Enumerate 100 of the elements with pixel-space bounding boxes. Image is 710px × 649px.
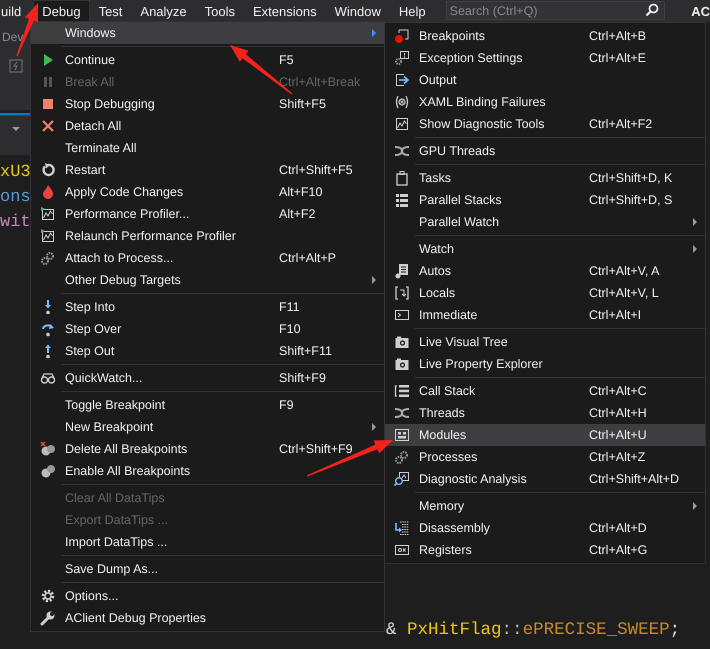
shortcut-label: Shift+F9 [279,371,327,385]
menu-item[interactable]: Memory [385,495,705,517]
menu-item[interactable]: Toggle Breakpoint F9 [31,394,384,416]
menu-item[interactable]: Immediate Ctrl+Alt+I [385,304,705,326]
menu-item[interactable]: Processes Ctrl+Alt+Z [385,446,705,468]
toolbar-label: Dev [1,30,24,44]
shortcut-label: F5 [279,53,295,67]
menu-item[interactable]: Watch [385,238,705,260]
dropdown-arrow-icon[interactable] [12,127,20,131]
shortcut-label: Ctrl+Alt+B [589,29,647,43]
shortcut-label: Ctrl+Alt+C [589,384,648,398]
menu-item[interactable]: Modules Ctrl+Alt+U [385,424,705,446]
shortcut-label: Ctrl+Alt+F2 [589,117,654,131]
shortcut-label: Shift+F5 [279,97,327,111]
menu-item[interactable]: Show Diagnostic Tools Ctrl+Alt+F2 [385,113,705,135]
menu-item[interactable]: Registers Ctrl+Alt+G [385,539,705,561]
menu-item[interactable]: Stop Debugging Shift+F5 [31,93,384,115]
breakpoints-icon [40,463,56,479]
threads-icon [394,405,410,421]
modules-icon [394,427,410,443]
menu-item[interactable]: Options... [31,585,384,607]
shortcut-label: Ctrl+Shift+F9 [279,442,354,456]
shortcut-label: Ctrl+Alt+U [589,428,648,442]
output-icon [394,72,410,88]
toolbar-icon[interactable] [9,59,23,73]
terminal-icon [394,307,410,323]
menu-item[interactable]: Parallel Watch [385,211,705,233]
search-field[interactable]: Search (Ctrl+Q) [446,1,665,20]
shortcut-label: F10 [279,322,302,336]
menu-item[interactable]: Disassembly Ctrl+Alt+D [385,517,705,539]
menu-item[interactable]: Continue F5 [31,49,384,71]
stack-icon [394,383,410,399]
menu-item[interactable]: Import DataTips ... [31,531,384,553]
shortcut-label: Ctrl+Shift+D, K [589,171,674,185]
menu-item[interactable]: Live Property Explorer [385,353,705,375]
menu-item[interactable]: Autos Ctrl+Alt+V, A [385,260,705,282]
code-text: xU3 [0,162,30,184]
shortcut-label: Ctrl+Alt+G [589,543,648,557]
menu-item[interactable]: Diagnostic Analysis Ctrl+Shift+Alt+D [385,468,705,490]
account-name[interactable]: AC [691,0,710,22]
menu-item[interactable]: Enable All Breakpoints [31,460,384,482]
menu-item[interactable]: Delete All Breakpoints Ctrl+Shift+F9 [31,438,384,460]
gears-icon [394,449,410,465]
shortcut-label: Ctrl+Alt+Break [279,75,362,89]
menu-item[interactable]: GPU Threads [385,140,705,162]
menu-item[interactable]: XAML Binding Failures [385,91,705,113]
breakpoints-delete-icon [40,441,56,457]
shortcut-label: Ctrl+Alt+V, A [589,264,660,278]
menu-item[interactable]: Restart Ctrl+Shift+F5 [31,159,384,181]
list-icon [394,192,410,208]
submenu-arrow-icon [372,29,376,37]
menu-item[interactable]: Call Stack Ctrl+Alt+C [385,380,705,402]
menu-item[interactable]: QuickWatch... Shift+F9 [31,367,384,389]
menu-item[interactable]: Performance Profiler... Alt+F2 [31,203,384,225]
menu-item[interactable]: Threads Ctrl+Alt+H [385,402,705,424]
menu-bar-item[interactable]: Extensions [244,0,326,22]
wrench-icon [40,610,56,626]
menu-item[interactable]: Breakpoints Ctrl+Alt+B [385,25,705,47]
menu-item[interactable]: AClient Debug Properties [31,607,384,629]
menu-item[interactable]: Other Debug Targets [31,269,384,291]
submenu-arrow-icon [372,423,376,431]
menu-bar-item[interactable]: Test [90,0,132,22]
threads-icon [394,143,410,159]
menu-bar-item[interactable]: Window [326,0,390,22]
menu-item[interactable]: Exception Settings Ctrl+Alt+E [385,47,705,69]
menu-item[interactable]: Step Into F11 [31,296,384,318]
menu-item[interactable]: Step Out Shift+F11 [31,340,384,362]
shortcut-label: Ctrl+Alt+E [589,51,647,65]
shortcut-label: Ctrl+Alt+D [589,521,648,535]
menu-item[interactable]: Apply Code Changes Alt+F10 [31,181,384,203]
shortcut-label: Ctrl+Alt+I [589,308,642,322]
menu-item[interactable]: Locals Ctrl+Alt+V, L [385,282,705,304]
menu-item[interactable]: Parallel Stacks Ctrl+Shift+D, S [385,189,705,211]
clipboard-icon [394,170,410,186]
menu-item[interactable]: New Breakpoint [31,416,384,438]
submenu-arrow-icon [693,218,697,226]
menu-item[interactable]: Windows [31,22,384,44]
search-icon [644,3,659,17]
shortcut-label: Ctrl+Alt+H [589,406,648,420]
code-text: ons [0,187,30,209]
menu-item[interactable]: Terminate All [31,137,384,159]
menu-item[interactable]: Tasks Ctrl+Shift+D, K [385,167,705,189]
gears-icon [40,250,56,266]
menu-item[interactable]: Attach to Process... Ctrl+Alt+P [31,247,384,269]
menu-bar-item[interactable]: Analyze [131,0,196,22]
shortcut-label: Ctrl+Alt+V, L [589,286,660,300]
settings-icon [40,588,56,604]
menu-bar-item[interactable]: uild [0,0,30,22]
menu-item[interactable]: Step Over F10 [31,318,384,340]
menu-item[interactable]: Output [385,69,705,91]
menu-bar-item[interactable]: Help [390,0,435,22]
submenu-arrow-icon [693,245,697,253]
menu-item[interactable]: Save Dump As... [31,558,384,580]
menu-item[interactable]: Relaunch Performance Profiler [31,225,384,247]
code-text: wit [0,212,30,234]
menu-bar-item[interactable]: Tools [196,0,244,22]
menu-item[interactable]: Detach All [31,115,384,137]
document-icon [394,263,410,279]
chart-icon [40,206,56,222]
menu-item[interactable]: Live Visual Tree [385,331,705,353]
